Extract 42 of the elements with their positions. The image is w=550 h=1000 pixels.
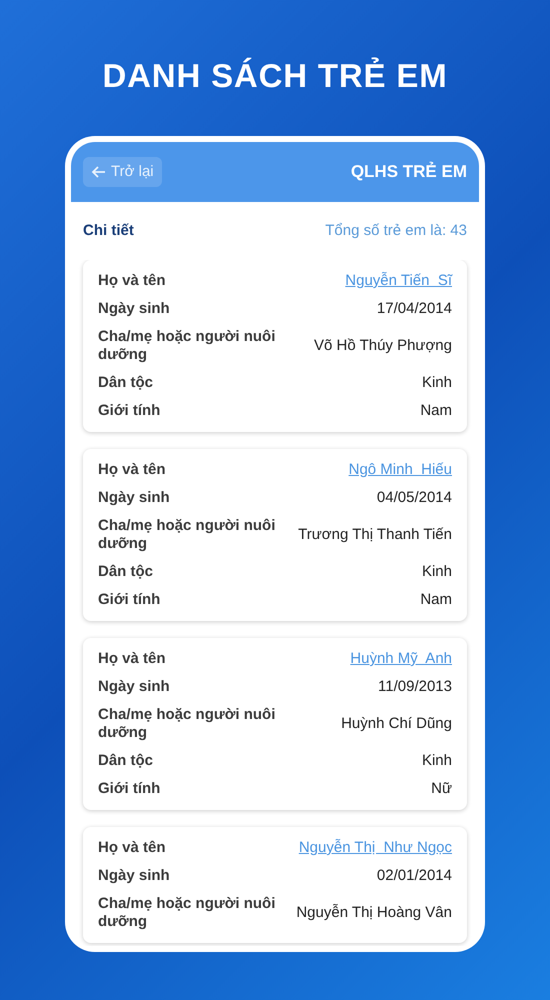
field-value: Huỳnh Chí Dũng <box>341 715 452 733</box>
app-title: QLHS TRẺ EM <box>350 160 467 184</box>
field-label: Cha/mẹ hoặc người nuôi dưỡng <box>98 895 276 931</box>
field-value: 17/04/2014 <box>376 300 452 318</box>
back-arrow-icon <box>91 164 107 180</box>
field-value: Nam <box>420 402 452 420</box>
field-value: 11/09/2013 <box>378 678 452 696</box>
child-name-link[interactable]: Ngô Minh Hiếu <box>348 461 452 479</box>
field-value: Nữ <box>431 780 452 798</box>
field-label: Dân tộc <box>98 752 154 770</box>
field-label: Ngày sinh <box>98 678 170 696</box>
field-label: Cha/mẹ hoặc người nuôi dưỡng <box>98 706 276 742</box>
field-value: 04/05/2014 <box>376 489 452 507</box>
field-value: Nam <box>420 591 452 609</box>
field-label: Họ và tên <box>98 272 166 290</box>
field-label: Ngày sinh <box>98 867 170 885</box>
back-button[interactable]: Trở lại <box>83 156 162 188</box>
field-value: Kinh <box>422 374 452 392</box>
field-value: Kinh <box>422 563 452 581</box>
field-label: Họ và tên <box>98 461 166 479</box>
field-value: 02/01/2014 <box>376 867 452 885</box>
page-title: DANH SÁCH TRẺ EM <box>102 56 448 96</box>
field-value: Kinh <box>422 752 452 770</box>
field-label: Giới tính <box>98 402 160 420</box>
child-name-link[interactable]: Nguyễn Tiến Sĩ <box>345 272 452 290</box>
field-label: Giới tính <box>98 591 160 609</box>
child-name-link[interactable]: Nguyễn Thị Như Ngọc <box>298 839 452 857</box>
field-label: Ngày sinh <box>98 489 170 507</box>
field-label: Dân tộc <box>98 374 154 392</box>
child-name-link[interactable]: Huỳnh Mỹ Anh <box>350 650 452 668</box>
field-value: Võ Hồ Thúy Phượng <box>314 337 452 355</box>
field-label: Giới tính <box>98 780 160 798</box>
field-value: Trương Thị Thanh Tiến <box>298 526 452 544</box>
field-label: Dân tộc <box>98 563 154 581</box>
section-label: Chi tiết <box>83 220 134 241</box>
total-count: Tổng số trẻ em là: 43 <box>325 220 467 241</box>
field-value: Nguyễn Thị Hoàng Vân <box>296 904 452 922</box>
field-label: Ngày sinh <box>98 300 170 318</box>
field-label: Cha/mẹ hoặc người nuôi dưỡng <box>98 328 276 364</box>
field-label: Họ và tên <box>98 650 166 668</box>
field-label: Họ và tên <box>98 839 166 857</box>
field-label: Cha/mẹ hoặc người nuôi dưỡng <box>98 517 276 553</box>
